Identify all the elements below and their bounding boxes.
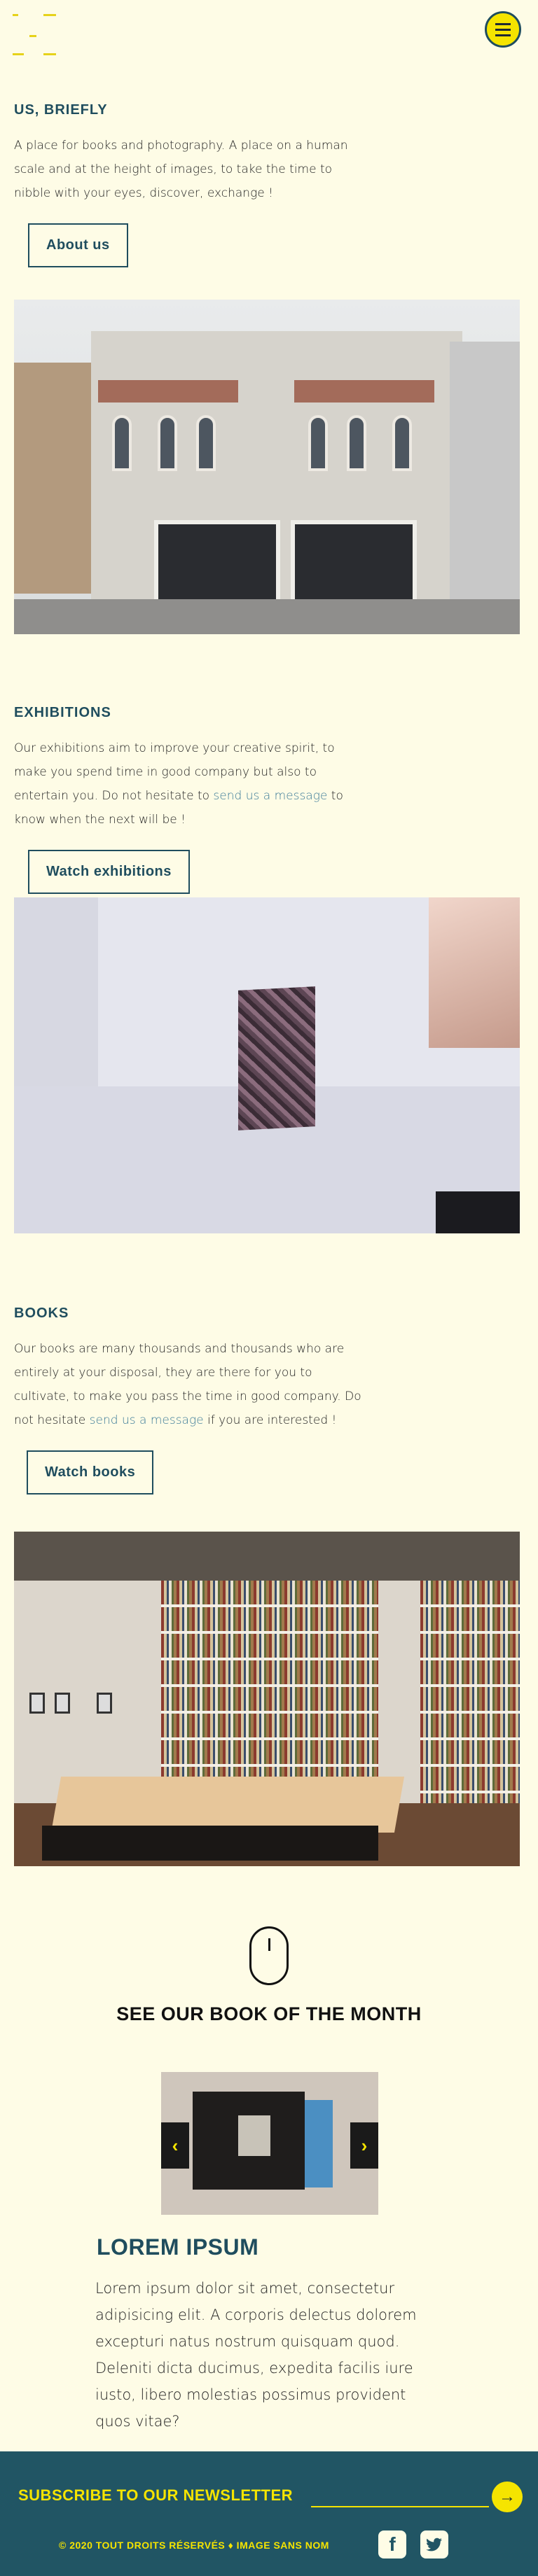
newsletter-email-input[interactable] xyxy=(311,2486,489,2507)
twitter-icon[interactable] xyxy=(420,2530,448,2558)
exhibitions-title: EXHIBITIONS xyxy=(14,705,111,720)
book-description: Lorem ipsum dolor sit amet, consectetur … xyxy=(95,2280,417,2430)
book-title: LOREM IPSUM xyxy=(97,2234,259,2260)
footer: SUBSCRIBE TO OUR NEWSLETTER → © 2020 TOU… xyxy=(0,2451,538,2576)
carousel-prev-button[interactable]: ‹ xyxy=(161,2122,189,2169)
hamburger-icon xyxy=(495,22,511,25)
mouse-scroll-icon xyxy=(249,1926,289,1985)
books-section: BOOKS Our books are many thousands and t… xyxy=(14,1306,364,1494)
arrow-right-icon: → xyxy=(499,2487,516,2506)
newsletter-submit-button[interactable]: → xyxy=(492,2482,523,2512)
watch-exhibitions-button[interactable]: Watch exhibitions xyxy=(28,850,190,894)
logo-icon[interactable] xyxy=(13,13,62,62)
exhibitions-text: Our exhibitions aim to improve your crea… xyxy=(14,741,343,827)
exhibition-photo xyxy=(14,897,520,1233)
gallery-building-photo xyxy=(14,300,520,634)
carousel-next-button[interactable]: › xyxy=(350,2122,378,2169)
book-of-month-title: SEE OUR BOOK OF THE MONTH xyxy=(116,2003,422,2024)
chevron-left-icon: ‹ xyxy=(172,2134,179,2156)
books-text: Our books are many thousands and thousan… xyxy=(14,1342,361,1427)
bookshop-photo xyxy=(14,1532,520,1866)
send-message-link[interactable]: send us a message xyxy=(213,789,327,803)
newsletter-title: SUBSCRIBE TO OUR NEWSLETTER xyxy=(18,2486,294,2504)
facebook-icon[interactable]: f xyxy=(378,2530,406,2558)
books-title: BOOKS xyxy=(14,1306,69,1321)
watch-books-button[interactable]: Watch books xyxy=(27,1450,154,1494)
book-carousel-image xyxy=(161,2072,378,2215)
about-text: A place for books and photography. A pla… xyxy=(14,139,348,200)
about-us-button[interactable]: About us xyxy=(28,223,128,267)
about-section: US, BRIEFLY A place for books and photog… xyxy=(14,102,364,267)
copyright-text: © 2020 TOUT DROITS RÉSERVÉS ♦ IMAGE SANS… xyxy=(59,2540,329,2551)
exhibitions-section: EXHIBITIONS Our exhibitions aim to impro… xyxy=(14,705,364,894)
about-title: US, BRIEFLY xyxy=(14,102,108,118)
chevron-right-icon: › xyxy=(361,2134,368,2156)
send-message-link[interactable]: send us a message xyxy=(90,1413,204,1427)
menu-button[interactable] xyxy=(485,11,521,48)
